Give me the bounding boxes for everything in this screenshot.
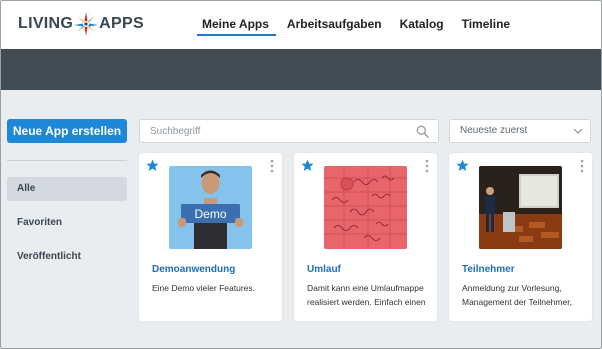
star-icon[interactable]	[301, 159, 314, 172]
app-card[interactable]: Umlauf Damit kann eine Umlaufmappe reali…	[294, 153, 437, 321]
new-app-button[interactable]: Neue App erstellen	[7, 119, 127, 143]
search-input[interactable]	[150, 120, 410, 142]
card-title[interactable]: Teilnehmer	[462, 264, 515, 275]
app-card[interactable]: Demo Demoanwendung Eine Demo vieler Feat…	[139, 153, 282, 321]
sort-select[interactable]: Neueste zuerst	[449, 119, 591, 143]
filter-veroeffentlicht[interactable]: Veröffentlicht	[7, 245, 127, 269]
card-title[interactable]: Umlauf	[307, 264, 341, 275]
main-nav: Meine Apps Arbeitsaufgaben Katalog Timel…	[197, 1, 519, 49]
sidebar-divider	[7, 160, 127, 161]
living-apps-logo[interactable]: LIVING APPS	[18, 11, 144, 37]
top-header: LIVING APPS Meine Apps Arbeitsaufgaben K…	[1, 1, 601, 49]
star-icon[interactable]	[456, 159, 469, 172]
app-thumbnail[interactable]: Demo	[169, 166, 252, 249]
nav-meine-apps[interactable]: Meine Apps	[197, 1, 278, 49]
app-thumbnail[interactable]	[479, 166, 562, 249]
sort-selected-value: Neueste zuerst	[460, 125, 528, 136]
card-description: Eine Demo vieler Features.	[152, 283, 255, 293]
card-description: Damit kann eine Umlaufmappe realisiert w…	[307, 283, 426, 307]
nav-arbeitsaufgaben[interactable]: Arbeitsaufgaben	[278, 1, 391, 49]
filter-alle[interactable]: Alle	[7, 177, 127, 201]
logo-mark-icon	[74, 12, 99, 36]
header-band	[1, 49, 601, 90]
svg-text:Demo: Demo	[194, 207, 226, 221]
nav-timeline[interactable]: Timeline	[453, 1, 519, 49]
nav-katalog[interactable]: Katalog	[391, 1, 453, 49]
chevron-down-icon	[573, 128, 583, 134]
search-icon[interactable]	[416, 125, 429, 138]
card-description: Anmeldung zur Vorlesung, Management der …	[462, 283, 572, 307]
more-options-icon[interactable]	[270, 159, 274, 173]
star-icon[interactable]	[146, 159, 159, 172]
app-card[interactable]: Teilnehmer Anmeldung zur Vorlesung, Mana…	[449, 153, 592, 321]
card-title[interactable]: Demoanwendung	[152, 264, 235, 275]
app-window: LIVING APPS Meine Apps Arbeitsaufgaben K…	[0, 0, 602, 349]
logo-wordmark: LIVING APPS	[18, 11, 144, 37]
app-thumbnail[interactable]	[324, 166, 407, 249]
logo-text-part2: APPS	[99, 15, 144, 32]
search-box	[139, 119, 439, 143]
more-options-icon[interactable]	[580, 159, 584, 173]
more-options-icon[interactable]	[425, 159, 429, 173]
logo-text-part1: LIVING	[18, 15, 74, 32]
filter-favoriten[interactable]: Favoriten	[7, 211, 127, 235]
